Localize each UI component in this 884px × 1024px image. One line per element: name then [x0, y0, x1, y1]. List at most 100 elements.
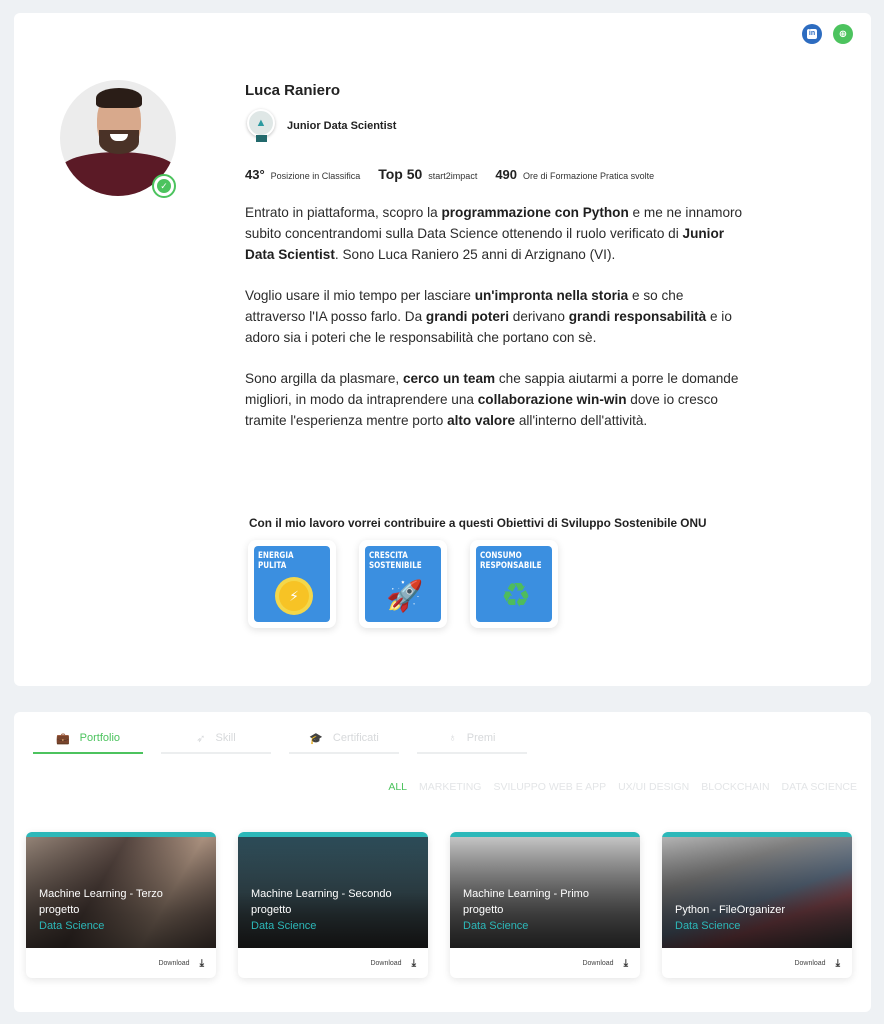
filter-blockchain[interactable]: BLOCKCHAIN [701, 781, 769, 793]
recycle-icon: ♻ [500, 577, 532, 615]
bio-highlight: collaborazione win-win [477, 392, 627, 408]
bio-text: Entrato in piattaforma, scopro la [245, 205, 442, 220]
bio-paragraph: Sono argilla da plasmare, cerco un team … [245, 369, 745, 431]
project-thumbnail: Machine Learning - Secondo progetto Data… [238, 832, 428, 948]
stat-hours-value: 490 [495, 167, 518, 182]
project-category: Data Science [463, 920, 529, 932]
download-button[interactable]: Download ⤓ [450, 948, 640, 978]
filter-data-science[interactable]: DATA SCIENCE [782, 781, 857, 793]
project-thumbnail: Python - FileOrganizer Data Science [662, 832, 852, 948]
sun-icon: ⚡ [279, 581, 309, 611]
project-category: Data Science [675, 920, 741, 932]
project-thumbnail: Machine Learning - Primo progetto Data S… [450, 832, 640, 948]
download-button[interactable]: Download ⤓ [26, 948, 216, 978]
project-title: Machine Learning - Terzo progetto [39, 888, 163, 916]
linkedin-icon: in [807, 29, 817, 39]
bio: Entrato in piattaforma, scopro la progra… [245, 203, 745, 453]
bio-highlight: alto valore [447, 412, 516, 428]
download-label: Download [794, 959, 826, 967]
download-icon: ⤓ [835, 957, 840, 969]
website-link[interactable]: ⊕ [833, 24, 853, 44]
project-card[interactable]: Machine Learning - Terzo progetto Data S… [26, 832, 216, 978]
role-label: Junior Data Scientist [287, 120, 397, 132]
award-icon: ♁ [448, 732, 457, 744]
globe-icon: ⊕ [838, 28, 848, 40]
rocket-icon: 🚀 [386, 579, 424, 613]
portfolio-card: 💼 Portfolio ➶ Skill 🎓 Certificati ♁ Prem… [14, 712, 871, 1012]
download-label: Download [370, 959, 402, 967]
sdg-label: PULITA [258, 561, 287, 571]
project-card[interactable]: Machine Learning - Secondo progetto Data… [238, 832, 428, 978]
bio-highlight: grandi responsabilità [568, 308, 707, 324]
tab-label: Certificati [332, 732, 379, 744]
filter-sviluppo-web-e-app[interactable]: SVILUPPO WEB E APP [493, 781, 606, 793]
project-list: Machine Learning - Terzo progetto Data S… [26, 832, 852, 978]
sdg-label: CONSUMO [480, 551, 522, 561]
role-badge-icon: ▲ [245, 109, 277, 143]
bio-text: derivano [509, 308, 569, 324]
role-row: ▲ Junior Data Scientist [245, 109, 396, 143]
stat-ranking-label: Posizione in Classifica [270, 171, 361, 181]
rocket-icon: ➶ [196, 732, 206, 745]
tab-premi[interactable]: ♁ Premi [417, 724, 527, 754]
tab-certificati[interactable]: 🎓 Certificati [289, 724, 399, 754]
bio-paragraph: Voglio usare il mio tempo per lasciare u… [245, 286, 745, 348]
graduation-cap-icon: 🎓 [309, 732, 323, 745]
sdg-card-energia-pulita: ENERGIA PULITA ⚡ [248, 540, 336, 628]
sdg-label: ENERGIA [258, 551, 294, 561]
sdg-card-crescita-sostenibile: CRESCITA SOSTENIBILE 🚀 [359, 540, 447, 628]
sdg-card-consumo-responsabile: CONSUMO RESPONSABILE ♻ [470, 540, 558, 628]
stats-row: 43° Posizione in Classifica Top 50 start… [245, 166, 672, 182]
sdg-list: ENERGIA PULITA ⚡ CRESCITA SOSTENIBILE 🚀 CO… [248, 540, 558, 628]
download-label: Download [582, 959, 614, 967]
filter-ux-ui-design[interactable]: UX/UI DESIGN [618, 781, 689, 793]
project-thumbnail: Machine Learning - Terzo progetto Data S… [26, 832, 216, 948]
project-card[interactable]: Machine Learning - Primo progetto Data S… [450, 832, 640, 978]
tab-label: Portfolio [79, 732, 121, 744]
bio-text: Voglio usare il mio tempo per lasciare [245, 288, 475, 304]
category-filters: ALL MARKETING SVILUPPO WEB E APP UX/UI D… [388, 781, 857, 793]
avatar-hair [96, 88, 142, 108]
bio-text: . Sono Luca Raniero 25 anni di Arzignano… [334, 246, 616, 262]
project-card[interactable]: Python - FileOrganizer Data Science Down… [662, 832, 852, 978]
project-category: Data Science [39, 920, 105, 932]
tab-bar: 💼 Portfolio ➶ Skill 🎓 Certificati ♁ Prem… [33, 724, 527, 754]
tab-label: Skill [215, 732, 236, 744]
bio-highlight: cerco un team [402, 371, 496, 387]
stat-top-label: start2impact [428, 171, 478, 181]
bio-text: all'interno dell'attività. [515, 412, 648, 428]
verified-badge: ✓ [152, 174, 176, 198]
bio-highlight: grandi poteri [425, 308, 509, 324]
bio-highlight: programmazione con Python [441, 205, 629, 220]
flask-icon: ▲ [255, 117, 267, 129]
sdg-label: CRESCITA [369, 551, 408, 561]
project-title: Machine Learning - Primo progetto [463, 888, 589, 916]
project-category: Data Science [251, 920, 317, 932]
download-label: Download [158, 959, 190, 967]
project-title: Machine Learning - Secondo progetto [251, 888, 392, 916]
profile-card: in ⊕ ✓ Luca Raniero ▲ Junior Data Scient… [14, 13, 871, 686]
briefcase-icon: 💼 [55, 732, 70, 745]
download-button[interactable]: Download ⤓ [662, 948, 852, 978]
tab-portfolio[interactable]: 💼 Portfolio [33, 724, 143, 754]
bio-paragraph: Entrato in piattaforma, scopro la progra… [245, 203, 745, 265]
sdg-title: Con il mio lavoro vorrei contribuire a q… [249, 516, 707, 530]
download-icon: ⤓ [199, 957, 204, 969]
tab-label: Premi [466, 732, 496, 744]
linkedin-link[interactable]: in [802, 24, 822, 44]
filter-marketing[interactable]: MARKETING [419, 781, 481, 793]
filter-all[interactable]: ALL [388, 781, 407, 793]
bio-highlight: un'impronta nella storia [474, 288, 629, 304]
sdg-label: RESPONSABILE [480, 561, 542, 571]
stat-hours-label: Ore di Formazione Pratica svolte [523, 171, 655, 181]
stat-ranking-value: 43° [245, 167, 265, 182]
download-button[interactable]: Download ⤓ [238, 948, 428, 978]
download-icon: ⤓ [411, 957, 416, 969]
download-icon: ⤓ [623, 957, 628, 969]
check-icon: ✓ [157, 179, 171, 193]
stat-top-value: Top 50 [378, 166, 423, 182]
tab-skill[interactable]: ➶ Skill [161, 724, 271, 754]
profile-name: Luca Raniero [245, 82, 341, 99]
project-title: Python - FileOrganizer [675, 904, 786, 916]
bio-text: Sono argilla da plasmare, [245, 371, 403, 387]
